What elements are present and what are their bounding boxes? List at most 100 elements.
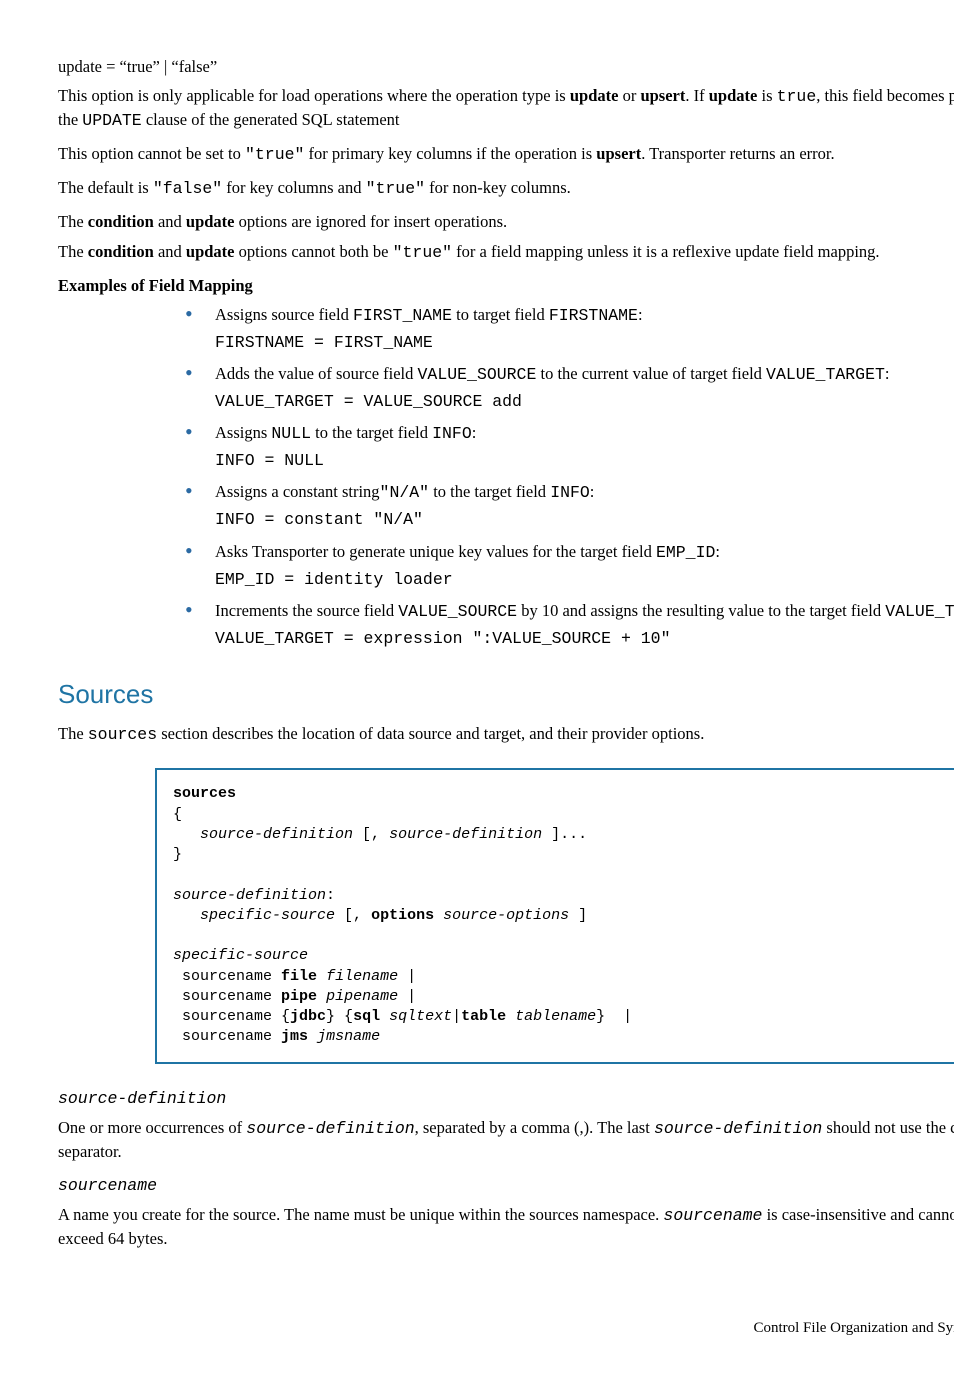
t: | xyxy=(398,988,416,1005)
t: clause of the generated SQL statement xyxy=(142,110,400,129)
t: table xyxy=(461,1008,506,1025)
t: Increments the source field xyxy=(215,601,398,620)
t: VALUE_TARGET xyxy=(885,602,954,621)
t: for key columns and xyxy=(222,178,365,197)
t: to the target field xyxy=(429,482,550,501)
t: VALUE_SOURCE xyxy=(398,602,517,621)
t: "true" xyxy=(245,145,304,164)
t: INFO xyxy=(550,483,590,502)
code-line: FIRSTNAME = FIRST_NAME xyxy=(215,331,954,354)
syntax-codebox: sources { source-definition [, source-de… xyxy=(155,768,954,1063)
t: } | xyxy=(596,1008,632,1025)
t: update xyxy=(709,86,758,105)
t: and xyxy=(154,242,186,261)
t: INFO xyxy=(432,424,472,443)
t: is xyxy=(757,86,776,105)
def-sourcename-label: sourcename xyxy=(58,1173,954,1197)
t: or xyxy=(618,86,640,105)
t: FIRST_NAME xyxy=(353,306,452,325)
t: Assigns xyxy=(215,423,271,442)
t: | xyxy=(398,968,416,985)
t: tablename xyxy=(515,1008,596,1025)
footer-text: Control File Organization and Syntax xyxy=(753,1320,954,1336)
examples-heading: Examples of Field Mapping xyxy=(58,274,954,297)
examples-list: Assigns source field FIRST_NAME to targe… xyxy=(185,303,954,650)
t xyxy=(308,1028,317,1045)
text: update = “true” | “false” xyxy=(58,57,217,76)
t: sourcename xyxy=(173,968,281,985)
t: VALUE_TARGET xyxy=(766,365,885,384)
code-line: VALUE_TARGET = VALUE_SOURCE add xyxy=(215,390,954,413)
list-item: Assigns a constant string"N/A" to the ta… xyxy=(185,480,954,531)
t: sources xyxy=(88,725,157,744)
t: One or more occurrences of xyxy=(58,1118,246,1137)
t: : xyxy=(472,423,477,442)
t: : xyxy=(326,887,335,904)
t: sources xyxy=(173,785,236,802)
t: for non-key columns. xyxy=(425,178,571,197)
list-item: Assigns source field FIRST_NAME to targe… xyxy=(185,303,954,354)
t: true xyxy=(777,87,817,106)
t: The xyxy=(58,724,88,743)
t: pipe xyxy=(281,988,317,1005)
def-source-definition-body: One or more occurrences of source-defini… xyxy=(58,1116,954,1163)
t: for a field mapping unless it is a refle… xyxy=(452,242,880,261)
t: VALUE_SOURCE xyxy=(418,365,537,384)
update-desc-1: This option is only applicable for load … xyxy=(58,84,954,132)
t: This option is only applicable for load … xyxy=(58,86,570,105)
t: "false" xyxy=(153,179,222,198)
t: . If xyxy=(685,86,708,105)
code-line: INFO = constant "N/A" xyxy=(215,508,954,531)
t: section describes the location of data s… xyxy=(157,724,704,743)
t: update xyxy=(570,86,619,105)
t: specific-source xyxy=(173,947,308,964)
code-line: INFO = NULL xyxy=(215,449,954,472)
t: filename xyxy=(326,968,398,985)
t xyxy=(173,826,200,843)
t: } { xyxy=(326,1008,353,1025)
t: sourcename xyxy=(173,1028,281,1045)
t: source-definition xyxy=(200,826,353,843)
code-line: EMP_ID = identity loader xyxy=(215,568,954,591)
t xyxy=(317,988,326,1005)
t: "true" xyxy=(366,179,425,198)
t: Adds the value of source field xyxy=(215,364,418,383)
t xyxy=(380,1008,389,1025)
t: : xyxy=(638,305,643,324)
t: Assigns source field xyxy=(215,305,353,324)
update-signature: update = “true” | “false” xyxy=(58,55,954,78)
t: condition xyxy=(88,212,154,231)
t: | xyxy=(452,1008,461,1025)
def-source-definition-label: source-definition xyxy=(58,1086,954,1110)
t xyxy=(173,907,200,924)
t xyxy=(434,907,443,924)
t: update xyxy=(186,242,235,261)
t: options cannot both be xyxy=(235,242,393,261)
t: UPDATE xyxy=(82,111,141,130)
t: , separated by a comma (,). The last xyxy=(415,1118,654,1137)
t: jdbc xyxy=(290,1008,326,1025)
t: The default is xyxy=(58,178,153,197)
t: A name you create for the source. The na… xyxy=(58,1205,663,1224)
t: file xyxy=(281,968,317,985)
t: jmsname xyxy=(317,1028,380,1045)
t: "N/A" xyxy=(380,483,430,502)
def-sourcename-body: A name you create for the source. The na… xyxy=(58,1203,954,1250)
t: specific-source xyxy=(200,907,335,924)
condition-p1: The condition and update options are ign… xyxy=(58,210,954,233)
t: pipename xyxy=(326,988,398,1005)
t: "true" xyxy=(393,243,452,262)
list-item: Increments the source field VALUE_SOURCE… xyxy=(185,599,954,650)
t: update xyxy=(186,212,235,231)
list-item: Asks Transporter to generate unique key … xyxy=(185,540,954,591)
t: sql xyxy=(353,1008,380,1025)
t: for primary key columns if the operation… xyxy=(304,144,596,163)
t: upsert xyxy=(640,86,685,105)
t: { xyxy=(173,806,182,823)
section-heading-sources: Sources xyxy=(58,676,954,712)
t: sourcename xyxy=(58,1176,157,1195)
t: to target field xyxy=(452,305,549,324)
t: Sources xyxy=(58,679,153,709)
t: sourcename xyxy=(663,1206,762,1225)
t: upsert xyxy=(596,144,641,163)
